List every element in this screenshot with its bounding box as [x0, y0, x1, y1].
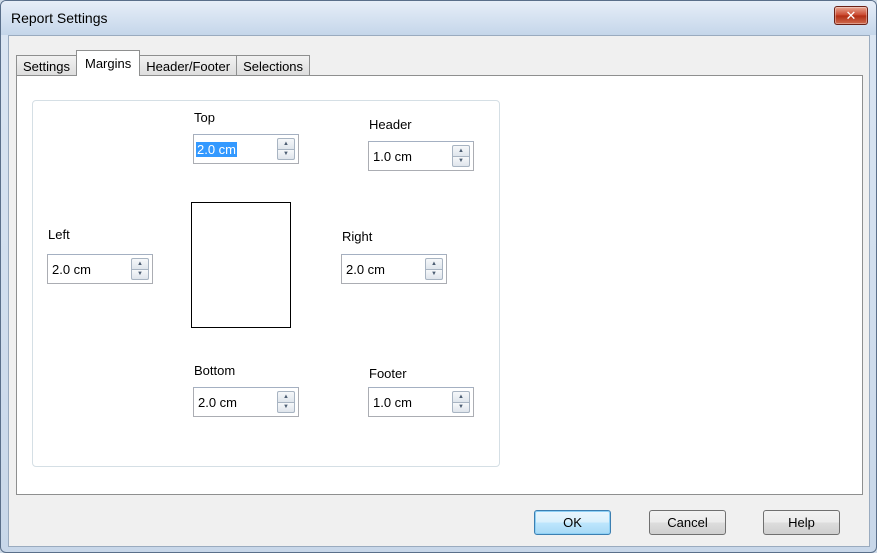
footer-margin-value[interactable]: 1.0 cm — [373, 395, 412, 410]
bottom-spin-down-button[interactable]: ▼ — [277, 402, 295, 413]
close-button[interactable]: ✕ — [834, 6, 868, 25]
right-spin-down-button[interactable]: ▼ — [425, 269, 443, 280]
arrow-up-icon: ▲ — [458, 147, 464, 154]
arrow-down-icon: ▼ — [137, 271, 143, 278]
tab-selections[interactable]: Selections — [236, 55, 311, 76]
bottom-label: Bottom — [194, 363, 236, 378]
arrow-up-icon: ▲ — [283, 140, 289, 147]
header-spin-up-button[interactable]: ▲ — [452, 145, 470, 157]
bottom-margin-spinner[interactable]: 2.0 cm ▲ ▼ — [193, 387, 299, 417]
left-margin-value[interactable]: 2.0 cm — [52, 262, 91, 277]
header-spin-down-button[interactable]: ▼ — [452, 156, 470, 167]
right-margin-value[interactable]: 2.0 cm — [346, 262, 385, 277]
bottom-margin-value[interactable]: 2.0 cm — [198, 395, 237, 410]
dialog-body: Settings Margins Header/Footer Selection… — [8, 35, 870, 547]
header-label: Header — [369, 117, 412, 132]
window-title: Report Settings — [11, 10, 108, 26]
right-label: Right — [342, 229, 373, 244]
arrow-up-icon: ▲ — [283, 393, 289, 400]
arrow-down-icon: ▼ — [283, 151, 289, 158]
right-margin-spinner[interactable]: 2.0 cm ▲ ▼ — [341, 254, 447, 284]
tab-margins[interactable]: Margins — [75, 50, 141, 76]
top-margin-spinner[interactable]: 2.0 cm ▲ ▼ — [193, 134, 299, 164]
left-spin-up-button[interactable]: ▲ — [131, 258, 149, 270]
arrow-up-icon: ▲ — [458, 393, 464, 400]
footer-spin-down-button[interactable]: ▼ — [452, 402, 470, 413]
arrow-down-icon: ▼ — [283, 404, 289, 411]
left-spin-down-button[interactable]: ▼ — [131, 269, 149, 280]
close-icon: ✕ — [845, 7, 857, 23]
left-margin-spinner[interactable]: 2.0 cm ▲ ▼ — [47, 254, 153, 284]
footer-label: Footer — [369, 366, 407, 381]
arrow-down-icon: ▼ — [458, 404, 464, 411]
margins-panel: Top 2.0 cm ▲ ▼ Header 1.0 cm ▲ ▼ Left 2.… — [16, 75, 863, 495]
ok-button[interactable]: OK — [534, 510, 611, 535]
footer-spin-up-button[interactable]: ▲ — [452, 391, 470, 403]
tab-settings[interactable]: Settings — [16, 55, 77, 76]
margins-group: Top 2.0 cm ▲ ▼ Header 1.0 cm ▲ ▼ Left 2.… — [32, 100, 500, 467]
top-spin-down-button[interactable]: ▼ — [277, 149, 295, 160]
help-button[interactable]: Help — [763, 510, 840, 535]
bottom-spin-up-button[interactable]: ▲ — [277, 391, 295, 403]
top-label: Top — [194, 110, 215, 125]
report-settings-dialog: Report Settings ✕ Settings Margins Heade… — [0, 0, 877, 553]
arrow-down-icon: ▼ — [431, 271, 437, 278]
arrow-down-icon: ▼ — [458, 158, 464, 165]
cancel-button[interactable]: Cancel — [649, 510, 726, 535]
page-preview — [191, 202, 291, 328]
top-spin-up-button[interactable]: ▲ — [277, 138, 295, 150]
header-margin-value[interactable]: 1.0 cm — [373, 149, 412, 164]
footer-margin-spinner[interactable]: 1.0 cm ▲ ▼ — [368, 387, 474, 417]
top-margin-value[interactable]: 2.0 cm — [196, 142, 238, 157]
tab-strip: Settings Margins Header/Footer Selection… — [16, 50, 311, 76]
tab-header-footer[interactable]: Header/Footer — [139, 55, 238, 76]
arrow-up-icon: ▲ — [431, 260, 437, 267]
title-bar: Report Settings ✕ — [1, 1, 876, 35]
left-label: Left — [48, 227, 70, 242]
right-spin-up-button[interactable]: ▲ — [425, 258, 443, 270]
arrow-up-icon: ▲ — [137, 260, 143, 267]
header-margin-spinner[interactable]: 1.0 cm ▲ ▼ — [368, 141, 474, 171]
